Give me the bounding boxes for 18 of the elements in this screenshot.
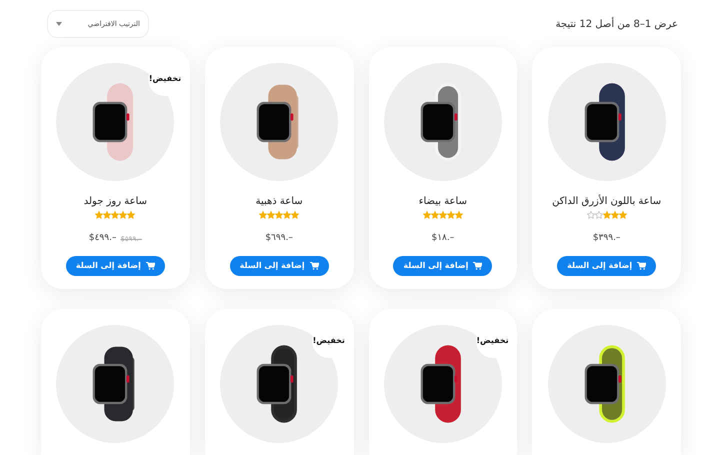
cart-icon	[637, 262, 646, 270]
price: $١٨.–	[431, 232, 454, 245]
product-title: ساعة روز جولد	[84, 195, 147, 209]
result-count: عرض 1–8 من أصل 12 نتيجة	[556, 16, 679, 32]
product-title: ساعة بيضاء	[418, 195, 467, 209]
price: $٤٩٩.–	[88, 232, 116, 245]
price: $٣٩٩.–	[592, 232, 620, 245]
cart-icon	[310, 262, 319, 270]
product-title: ساعة باللون الأزرق الداكن	[552, 194, 662, 209]
caret-icon	[56, 22, 62, 26]
product-title: ساعة ذهبية	[256, 195, 303, 209]
add-to-cart-button[interactable]: إضافة إلى السلة	[393, 256, 492, 276]
cart-icon	[146, 262, 155, 270]
price: $٦٩٩.–	[265, 232, 293, 245]
add-to-cart-button[interactable]: إضافة إلى السلة	[557, 256, 656, 276]
add-to-cart-button[interactable]: إضافة إلى السلة	[66, 256, 165, 276]
add-to-cart-button[interactable]: إضافة إلى السلة	[230, 256, 329, 276]
cart-icon	[473, 262, 482, 270]
